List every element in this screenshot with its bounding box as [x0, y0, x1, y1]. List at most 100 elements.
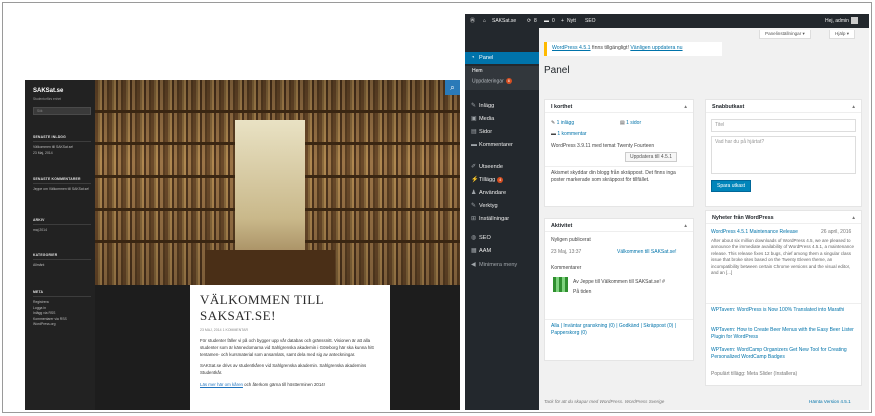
updates-icon[interactable]: ⟳	[527, 14, 531, 28]
home-icon: ⌂	[483, 18, 487, 24]
post-paragraph: SAKSat.se drivs av studentkåren vid Sahl…	[200, 363, 367, 376]
update-now-link[interactable]: Vänligen uppdatera nu	[630, 45, 682, 51]
news-excerpt: After about six million downloads of Wor…	[711, 238, 854, 276]
updates-badge: 8	[505, 78, 512, 84]
menu-label: Utseende	[479, 164, 503, 170]
box-header[interactable]: Nyheter från WordPress ▴	[706, 211, 861, 224]
site-search-input[interactable]: Sök	[33, 107, 91, 115]
news-headline[interactable]: WordPress 4.5.1 Maintenance Release	[711, 229, 798, 235]
comment-meta[interactable]: Av Jeppe till Välkommen till SAKSat.se! …	[573, 279, 688, 285]
new-content-link[interactable]: Nytt	[567, 14, 576, 28]
screen-options-button[interactable]: Panelinställningar ▾	[759, 30, 811, 39]
updates-count: 8	[534, 18, 537, 24]
activity-box: Aktivitet ▴ Nyligen publicerat 23 Maj, 13…	[544, 218, 694, 361]
menu-item-users[interactable]: ♟ Användare	[465, 187, 539, 199]
chevron-up-icon[interactable]: ▴	[852, 104, 855, 110]
recent-post-link[interactable]: Välkommen till SAKSat.se!	[617, 249, 676, 255]
library-header-image	[95, 80, 460, 285]
users-icon: ♟	[471, 190, 477, 196]
chevron-up-icon[interactable]: ▴	[852, 215, 855, 221]
menu-item-seo[interactable]: ◍ SEO	[465, 232, 539, 244]
news-item[interactable]: WPTavern: WordCamp Organizers Get New To…	[711, 347, 856, 361]
recent-heading: Nyligen publicerat	[551, 237, 591, 243]
menu-label: Inlägg	[479, 103, 495, 109]
menu-item-panel[interactable]: ◔ Panel	[465, 52, 539, 64]
box-header[interactable]: Snabbutkast ▴	[706, 100, 861, 113]
widget-recent-posts: SENASTE INLÄGG Välkommen till SAKSat.se!…	[33, 135, 91, 156]
comment-filters[interactable]: Alla | Inväntar granskning (0) | Godkänd…	[551, 323, 686, 337]
menu-label: Panel	[479, 55, 494, 61]
popular-plugin[interactable]: Populärt tillägg: Meta Slider (Installer…	[711, 371, 797, 377]
menu-label: Tillägg	[479, 177, 496, 183]
menu-label: Verktyg	[479, 203, 498, 209]
draft-content-textarea[interactable]: Vad har du på hjärtat?	[711, 136, 856, 174]
box-header[interactable]: I korthet ▴	[545, 100, 693, 113]
menu-item-aam[interactable]: ▦ AAM	[465, 245, 539, 257]
widget-heading: SENASTE INLÄGG	[33, 135, 91, 142]
comments-icon[interactable]: ▬	[544, 14, 549, 28]
admin-bar: Ⓦ ⌂ SAKSat.se ⟳ 8 ▬ 0 + Nytt SEO Hej, ad…	[465, 14, 869, 28]
update-notice: WordPress 4.5.1 finns tillgängligt! Vänl…	[544, 42, 722, 56]
wordpress-news-box: Nyheter från WordPress ▴ WordPress 4.5.1 …	[705, 210, 862, 386]
menu-item-posts[interactable]: ✎ Inlägg	[465, 100, 539, 112]
menu-item-appearance[interactable]: ✐ Utseende	[465, 161, 539, 173]
plugins-badge: 4	[497, 176, 504, 183]
news-date: 26 april, 2016	[821, 229, 852, 235]
version-link[interactable]: WordPress 4.5.1	[552, 45, 591, 51]
admin-screenshot: Ⓦ ⌂ SAKSat.se ⟳ 8 ▬ 0 + Nytt SEO Hej, ad…	[465, 14, 869, 410]
menu-item-plugins[interactable]: ⚡Tillägg 4	[465, 174, 539, 186]
posts-count[interactable]: ✎ 1 inlägg	[551, 120, 574, 126]
widget-link[interactable]: Allmänt	[33, 263, 91, 269]
recent-date: 23 Maj, 13:37	[551, 249, 582, 255]
news-item[interactable]: WPTavern: How to Create Beer Menus with …	[711, 327, 856, 341]
site-title[interactable]: SAKSat.se	[33, 88, 63, 94]
collapse-menu[interactable]: ◀ Minimera meny	[465, 259, 539, 271]
comments-count-link[interactable]: ▬ 1 kommentar	[551, 131, 587, 137]
widget-link[interactable]: Jeppe om Välkommen till SAKSat.se!	[33, 187, 91, 193]
menu-item-tools[interactable]: ✎ Verktyg	[465, 200, 539, 212]
submenu-label: Uppdateringar	[472, 78, 504, 85]
menu-item-media[interactable]: ▣ Media	[465, 113, 539, 125]
post-text: och återkom gärna till höstterminen 2014…	[242, 381, 325, 387]
menu-label: Minimera meny	[479, 262, 518, 268]
menu-label: Inställningar	[479, 216, 510, 222]
box-header[interactable]: Aktivitet ▴	[545, 219, 693, 232]
get-version-link[interactable]: Hämta Version 4.5.1	[809, 399, 851, 404]
appearance-icon: ✐	[471, 164, 477, 170]
admin-bar-site[interactable]: SAKSat.se	[492, 14, 516, 28]
news-item[interactable]: WPTavern: WordPress is Now 100% Translat…	[711, 307, 856, 314]
menu-label: AAM	[479, 248, 492, 254]
search-icon[interactable]: ⌕	[445, 80, 460, 95]
submenu-updates[interactable]: Uppdateringar 8	[472, 78, 512, 84]
site-sidebar: SAKSat.se Studentorförs enhet Sök SENAST…	[25, 80, 95, 410]
admin-footer-text: Tack för att du skapar med WordPress. Wo…	[544, 399, 665, 404]
widget-link[interactable]: WordPress.org	[33, 322, 91, 328]
wordpress-icon[interactable]: Ⓦ	[470, 14, 475, 28]
draft-title-input[interactable]: Titel	[711, 119, 856, 132]
post-link[interactable]: Läs mer här om kåren	[200, 382, 243, 387]
seo-link[interactable]: SEO	[585, 14, 596, 28]
menu-item-pages[interactable]: ▤ Sidor	[465, 126, 539, 138]
post-title[interactable]: VÄLKOMMEN TILL SAKSAT.SE!	[200, 292, 380, 324]
menu-label: SEO	[479, 235, 491, 241]
submenu: Hem Uppdateringar 8	[465, 66, 539, 90]
save-draft-button[interactable]: Spara utkast	[711, 180, 752, 192]
update-wordpress-button[interactable]: Uppdatera till 4.5.1	[625, 152, 677, 162]
site-description: Studentorförs enhet	[33, 97, 61, 101]
pages-count[interactable]: ▤ 1 sidor	[620, 120, 641, 126]
comments-count: 0	[552, 18, 555, 24]
menu-label: Media	[479, 116, 495, 122]
account-menu[interactable]: Hej, admin	[825, 14, 858, 28]
chevron-up-icon[interactable]: ▴	[684, 223, 687, 229]
widget-meta: META Registrera Logga in Inlägg via RSS …	[33, 290, 91, 328]
menu-item-settings[interactable]: ⊞ Inställningar	[465, 213, 539, 225]
help-button[interactable]: Hjälp ▾	[829, 30, 856, 39]
submenu-home[interactable]: Hem	[472, 68, 483, 74]
pages-icon: ▤	[471, 129, 477, 135]
widget-text: 23 Maj, 2014	[33, 150, 53, 155]
widget-link[interactable]: maj 2014	[33, 228, 91, 234]
admin-content: Panelinställningar ▾ Hjälp ▾ WordPress 4…	[539, 28, 869, 410]
menu-item-comments[interactable]: ▬ Kommentarer	[465, 139, 539, 151]
chevron-up-icon[interactable]: ▴	[684, 104, 687, 110]
seo-icon: ◍	[471, 235, 477, 241]
